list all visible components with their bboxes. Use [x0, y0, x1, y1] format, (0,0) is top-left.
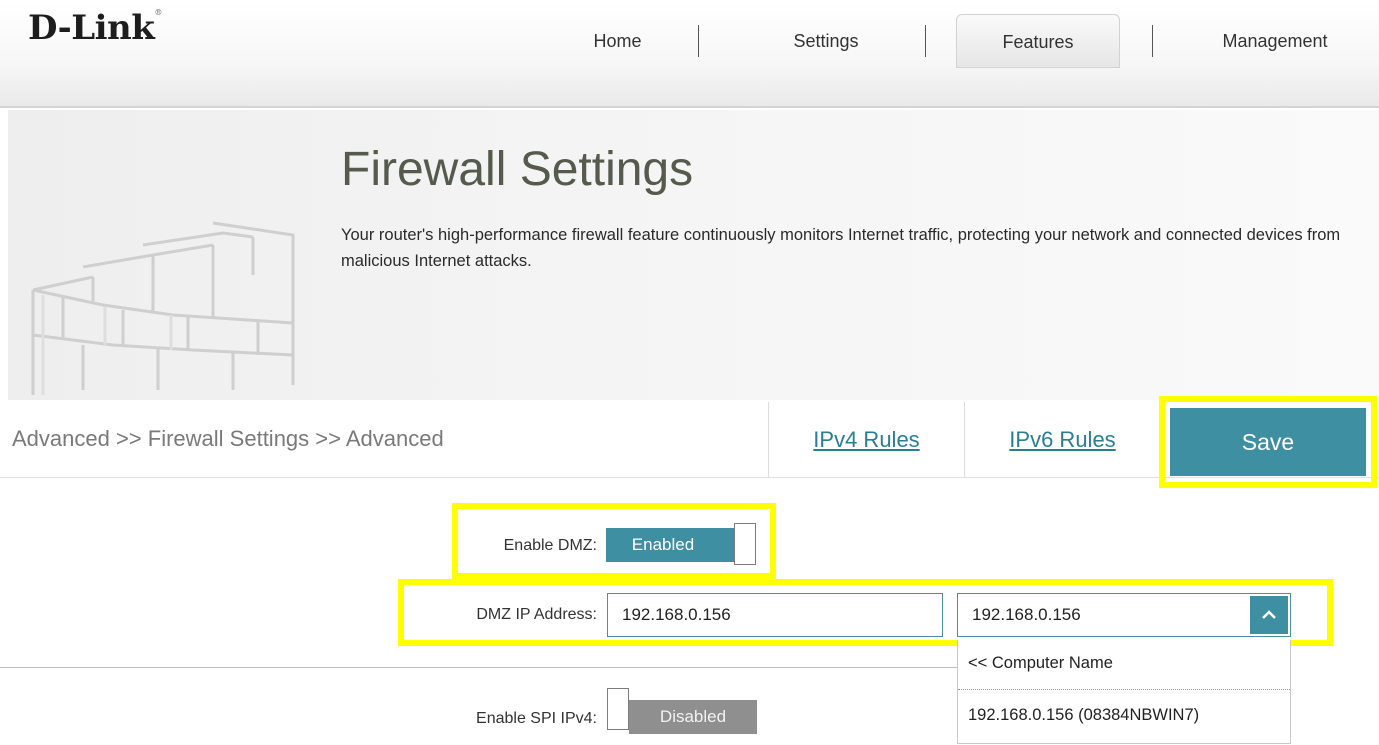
nav-home[interactable]: Home	[540, 14, 695, 68]
computer-dropdown-list: << Computer Name 192.168.0.156 (08384NBW…	[957, 640, 1291, 744]
nav-separator	[698, 25, 699, 57]
dropdown-divider	[958, 689, 1290, 690]
enable-spi-ipv4-label: Enable SPI IPv4:	[476, 710, 597, 727]
dropdown-option-ip[interactable]: 192.168.0.156 (08384NBWIN7)	[968, 706, 1199, 725]
section-divider	[0, 667, 957, 668]
toggle-state-label: Disabled	[629, 700, 757, 734]
dropdown-option-computer-name[interactable]: << Computer Name	[968, 654, 1113, 673]
brick-wall-icon	[31, 221, 295, 395]
toggle-knob[interactable]	[607, 688, 629, 730]
save-highlight	[1159, 396, 1377, 488]
ipv6-rules-link[interactable]: IPv6 Rules	[964, 402, 1160, 478]
page-description: Your router's high-performance firewall …	[341, 226, 1341, 270]
top-navigation-bar: D-Link® Home Settings Features Managemen…	[0, 0, 1379, 108]
dlink-logo: D-Link®	[28, 8, 162, 48]
ipv4-rules-link[interactable]: IPv4 Rules	[768, 402, 964, 478]
dmz-ip-highlight	[398, 579, 1333, 646]
nav-features[interactable]: Features	[956, 14, 1120, 68]
nav-management[interactable]: Management	[1180, 14, 1370, 68]
dmz-toggle-highlight	[452, 503, 776, 579]
enable-spi-ipv4-toggle[interactable]: Disabled	[607, 686, 759, 734]
firewall-banner: Firewall Settings Your router's high-per…	[8, 110, 1379, 400]
main-nav: Home Settings Features Management	[540, 14, 1379, 68]
breadcrumb: Advanced >> Firewall Settings >> Advance…	[12, 426, 444, 451]
nav-settings[interactable]: Settings	[736, 14, 916, 68]
page-title: Firewall Settings	[341, 143, 694, 196]
nav-separator	[1152, 25, 1153, 57]
nav-separator	[925, 25, 926, 57]
